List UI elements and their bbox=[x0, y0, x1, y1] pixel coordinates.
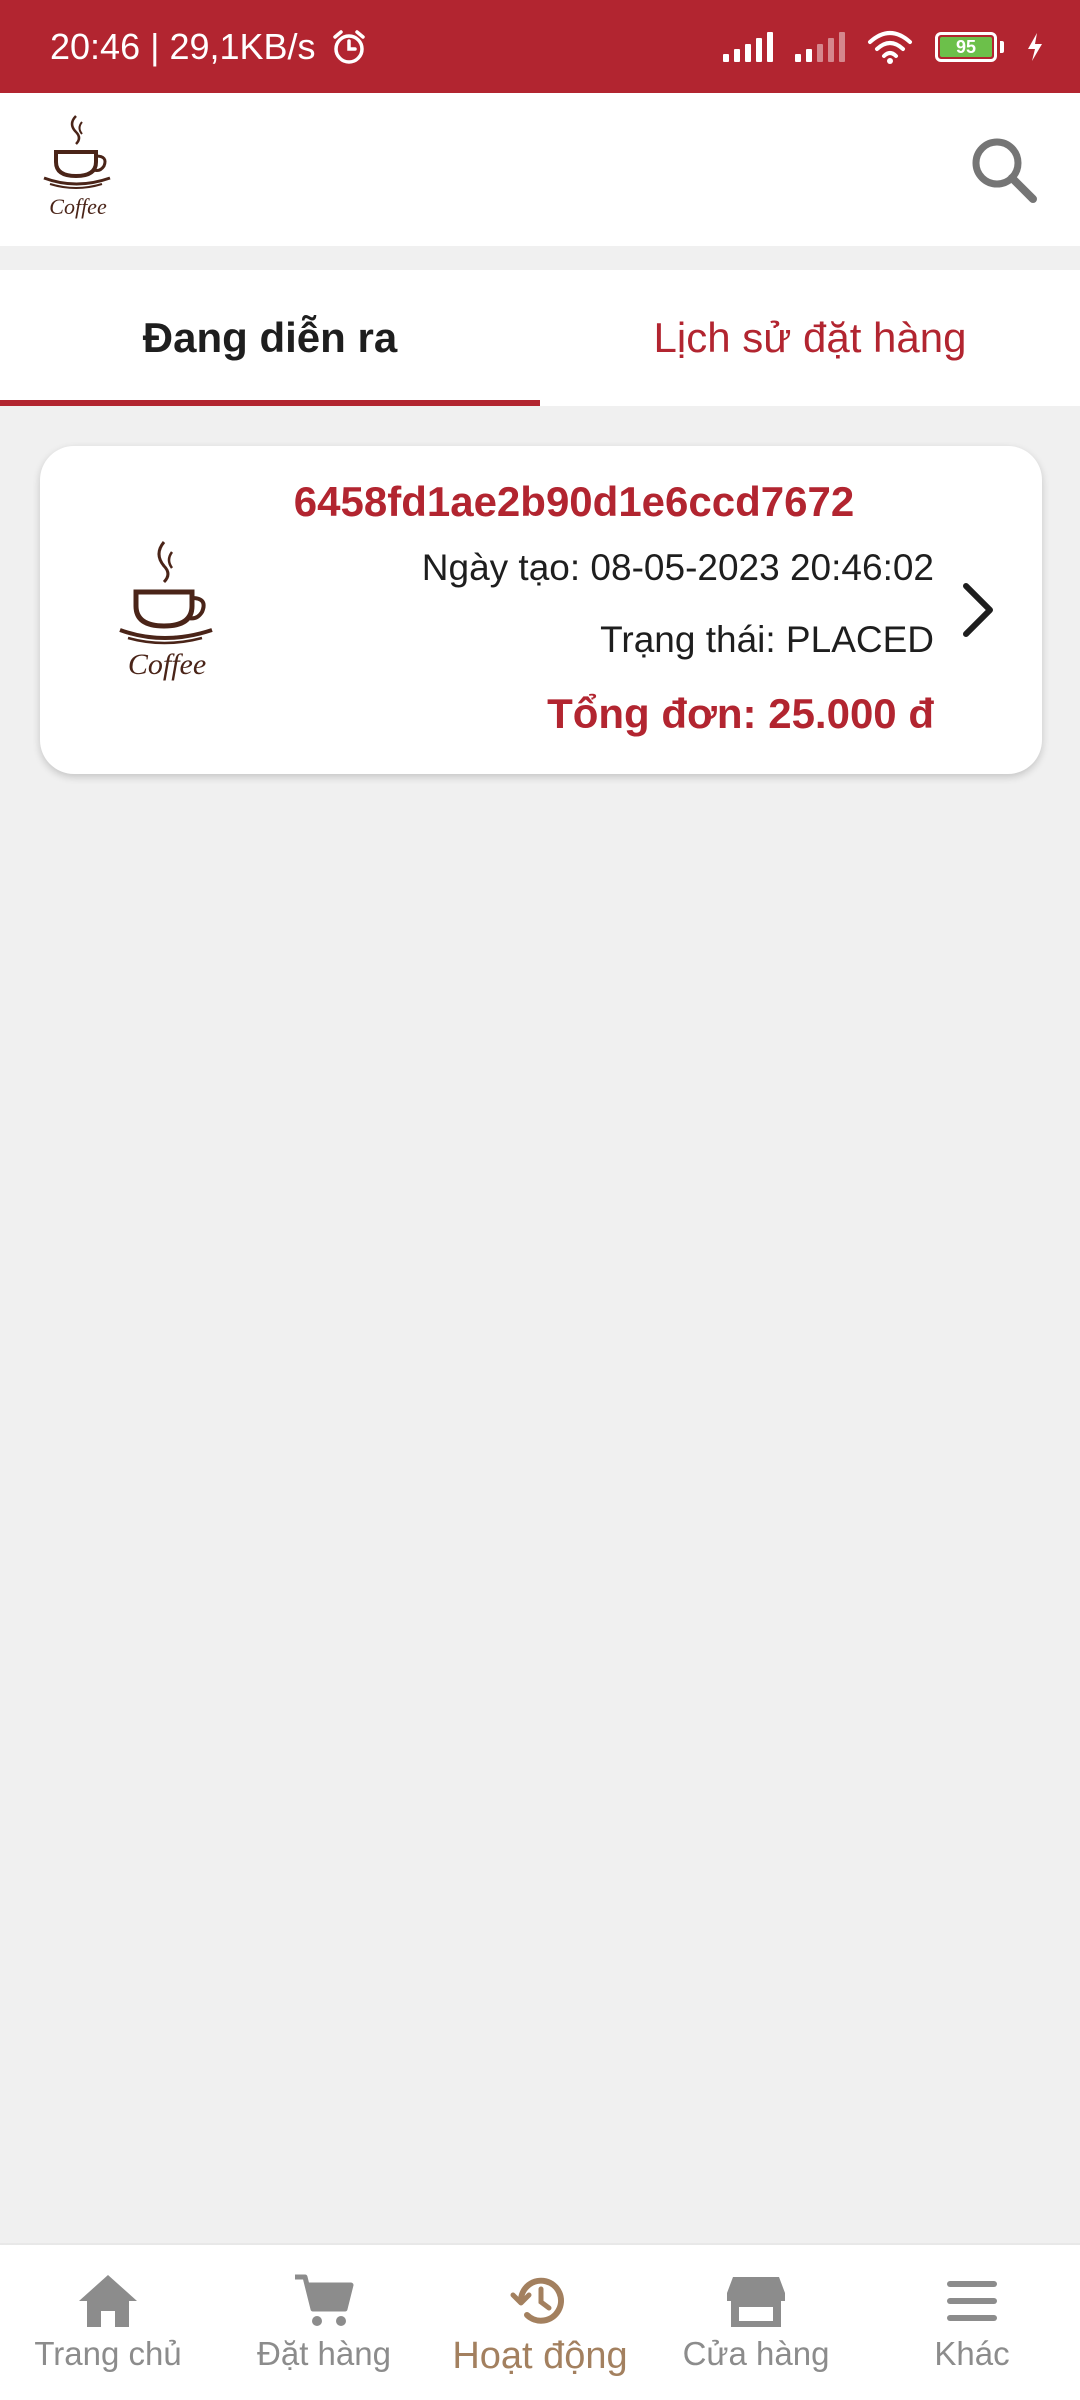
nav-home-label: Trang chủ bbox=[34, 2335, 182, 2372]
wifi-icon bbox=[868, 30, 912, 64]
tab-order-history[interactable]: Lịch sử đặt hàng bbox=[540, 270, 1080, 406]
logo-text: Coffee bbox=[49, 194, 107, 219]
search-icon bbox=[972, 138, 1037, 203]
tab-order-history-label: Lịch sử đặt hàng bbox=[653, 314, 967, 361]
alarm-icon bbox=[332, 29, 365, 64]
status-right: 95 bbox=[723, 30, 1044, 64]
battery-icon: 95 bbox=[935, 31, 1004, 62]
status-bar: 20:46 | 29,1KB/s 95 bbox=[0, 0, 1080, 93]
nav-home[interactable]: Trang chủ bbox=[0, 2245, 216, 2400]
nav-activity[interactable]: Hoạt động bbox=[432, 2245, 648, 2400]
nav-activity-label: Hoạt động bbox=[452, 2335, 628, 2377]
order-created-date: Ngày tạo: 08-05-2023 20:46:02 bbox=[421, 547, 934, 588]
battery-level: 95 bbox=[940, 36, 992, 57]
nav-order-label: Đặt hàng bbox=[257, 2335, 391, 2372]
status-left: 20:46 | 29,1KB/s bbox=[50, 26, 368, 68]
status-time: 20:46 | 29,1KB/s bbox=[50, 25, 316, 67]
search-button[interactable] bbox=[964, 130, 1044, 210]
order-tabs: Đang diễn ra Lịch sử đặt hàng bbox=[0, 270, 1080, 406]
history-icon bbox=[510, 2277, 564, 2324]
cart-icon bbox=[295, 2274, 354, 2326]
bottom-nav: Trang chủ Đặt hàng Hoạt động Cửa hàng Kh… bbox=[0, 2243, 1080, 2400]
nav-more-label: Khác bbox=[934, 2335, 1010, 2372]
coffee-logo[interactable]: Coffee bbox=[38, 110, 118, 230]
nav-store[interactable]: Cửa hàng bbox=[648, 2245, 864, 2400]
signal-icon bbox=[795, 31, 845, 62]
order-info: 6458fd1ae2b90d1e6ccd7672 Ngày tạo: 08-05… bbox=[174, 472, 934, 752]
signal-icon bbox=[723, 31, 773, 62]
order-total: Tổng đơn: 25.000 đ bbox=[547, 690, 934, 737]
nav-order[interactable]: Đặt hàng bbox=[216, 2245, 432, 2400]
nav-more[interactable]: Khác bbox=[864, 2245, 1080, 2400]
order-id: 6458fd1ae2b90d1e6ccd7672 bbox=[293, 478, 855, 525]
order-card[interactable]: Coffee 6458fd1ae2b90d1e6ccd7672 Ngày tạo… bbox=[40, 446, 1042, 774]
chevron-right-icon[interactable] bbox=[956, 578, 1000, 642]
order-status: Trạng thái: PLACED bbox=[600, 619, 934, 660]
nav-store-label: Cửa hàng bbox=[682, 2335, 830, 2372]
menu-icon bbox=[947, 2281, 997, 2321]
app-header: Coffee bbox=[0, 93, 1080, 246]
tab-ongoing-label: Đang diễn ra bbox=[142, 314, 398, 361]
tab-ongoing[interactable]: Đang diễn ra bbox=[0, 270, 540, 406]
store-icon bbox=[727, 2277, 785, 2327]
home-icon bbox=[79, 2275, 137, 2327]
charging-icon bbox=[1028, 32, 1042, 61]
battery-cap bbox=[1000, 40, 1004, 53]
battery-body: 95 bbox=[935, 31, 997, 62]
